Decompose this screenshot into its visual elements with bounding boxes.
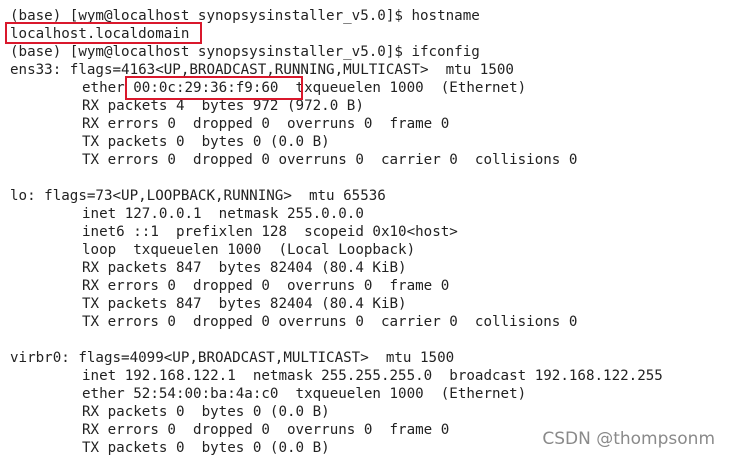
- terminal-line-virbr0-tx-packets: TX packets 0 bytes 0 (0.0 B): [82, 440, 330, 456]
- terminal-line-lo-inet: inet 127.0.0.1 netmask 255.0.0.0: [82, 206, 364, 222]
- terminal-line-virbr0-rx-packets: RX packets 0 bytes 0 (0.0 B): [82, 404, 330, 420]
- terminal-line-lo-loop: loop txqueuelen 1000 (Local Loopback): [82, 242, 416, 258]
- hostname-output-highlight: [5, 22, 202, 44]
- terminal-line-lo-inet6: inet6 ::1 prefixlen 128 scopeid 0x10<hos…: [82, 224, 458, 240]
- watermark: CSDN @thompsonm: [542, 429, 715, 449]
- terminal-line-virbr0-ether: ether 52:54:00:ba:4a:c0 txqueuelen 1000 …: [82, 386, 527, 402]
- terminal-line-ens33-tx-errors: TX errors 0 dropped 0 overruns 0 carrier…: [82, 152, 578, 168]
- terminal-line-virbr0-rx-errors: RX errors 0 dropped 0 overruns 0 frame 0: [82, 422, 450, 438]
- terminal-line-ens33-tx-packets: TX packets 0 bytes 0 (0.0 B): [82, 134, 330, 150]
- terminal-line-virbr0-inet: inet 192.168.122.1 netmask 255.255.255.0…: [82, 368, 663, 384]
- terminal-line-lo-rx-errors: RX errors 0 dropped 0 overruns 0 frame 0: [82, 278, 450, 294]
- terminal-line-lo-tx-packets: TX packets 847 bytes 82404 (80.4 KiB): [82, 296, 407, 312]
- terminal-line-ens33-rx-errors: RX errors 0 dropped 0 overruns 0 frame 0: [82, 116, 450, 132]
- terminal-line-lo-flags: lo: flags=73<UP,LOOPBACK,RUNNING> mtu 65…: [10, 188, 386, 204]
- terminal-window[interactable]: (base) [wym@localhost synopsysinstaller_…: [0, 0, 729, 458]
- terminal-line-prompt-ifconfig: (base) [wym@localhost synopsysinstaller_…: [10, 44, 480, 60]
- terminal-line-lo-rx-packets: RX packets 847 bytes 82404 (80.4 KiB): [82, 260, 407, 276]
- terminal-line-lo-tx-errors: TX errors 0 dropped 0 overruns 0 carrier…: [82, 314, 578, 330]
- terminal-line-virbr0-flags: virbr0: flags=4099<UP,BROADCAST,MULTICAS…: [10, 350, 455, 366]
- mac-address-highlight: [125, 76, 303, 100]
